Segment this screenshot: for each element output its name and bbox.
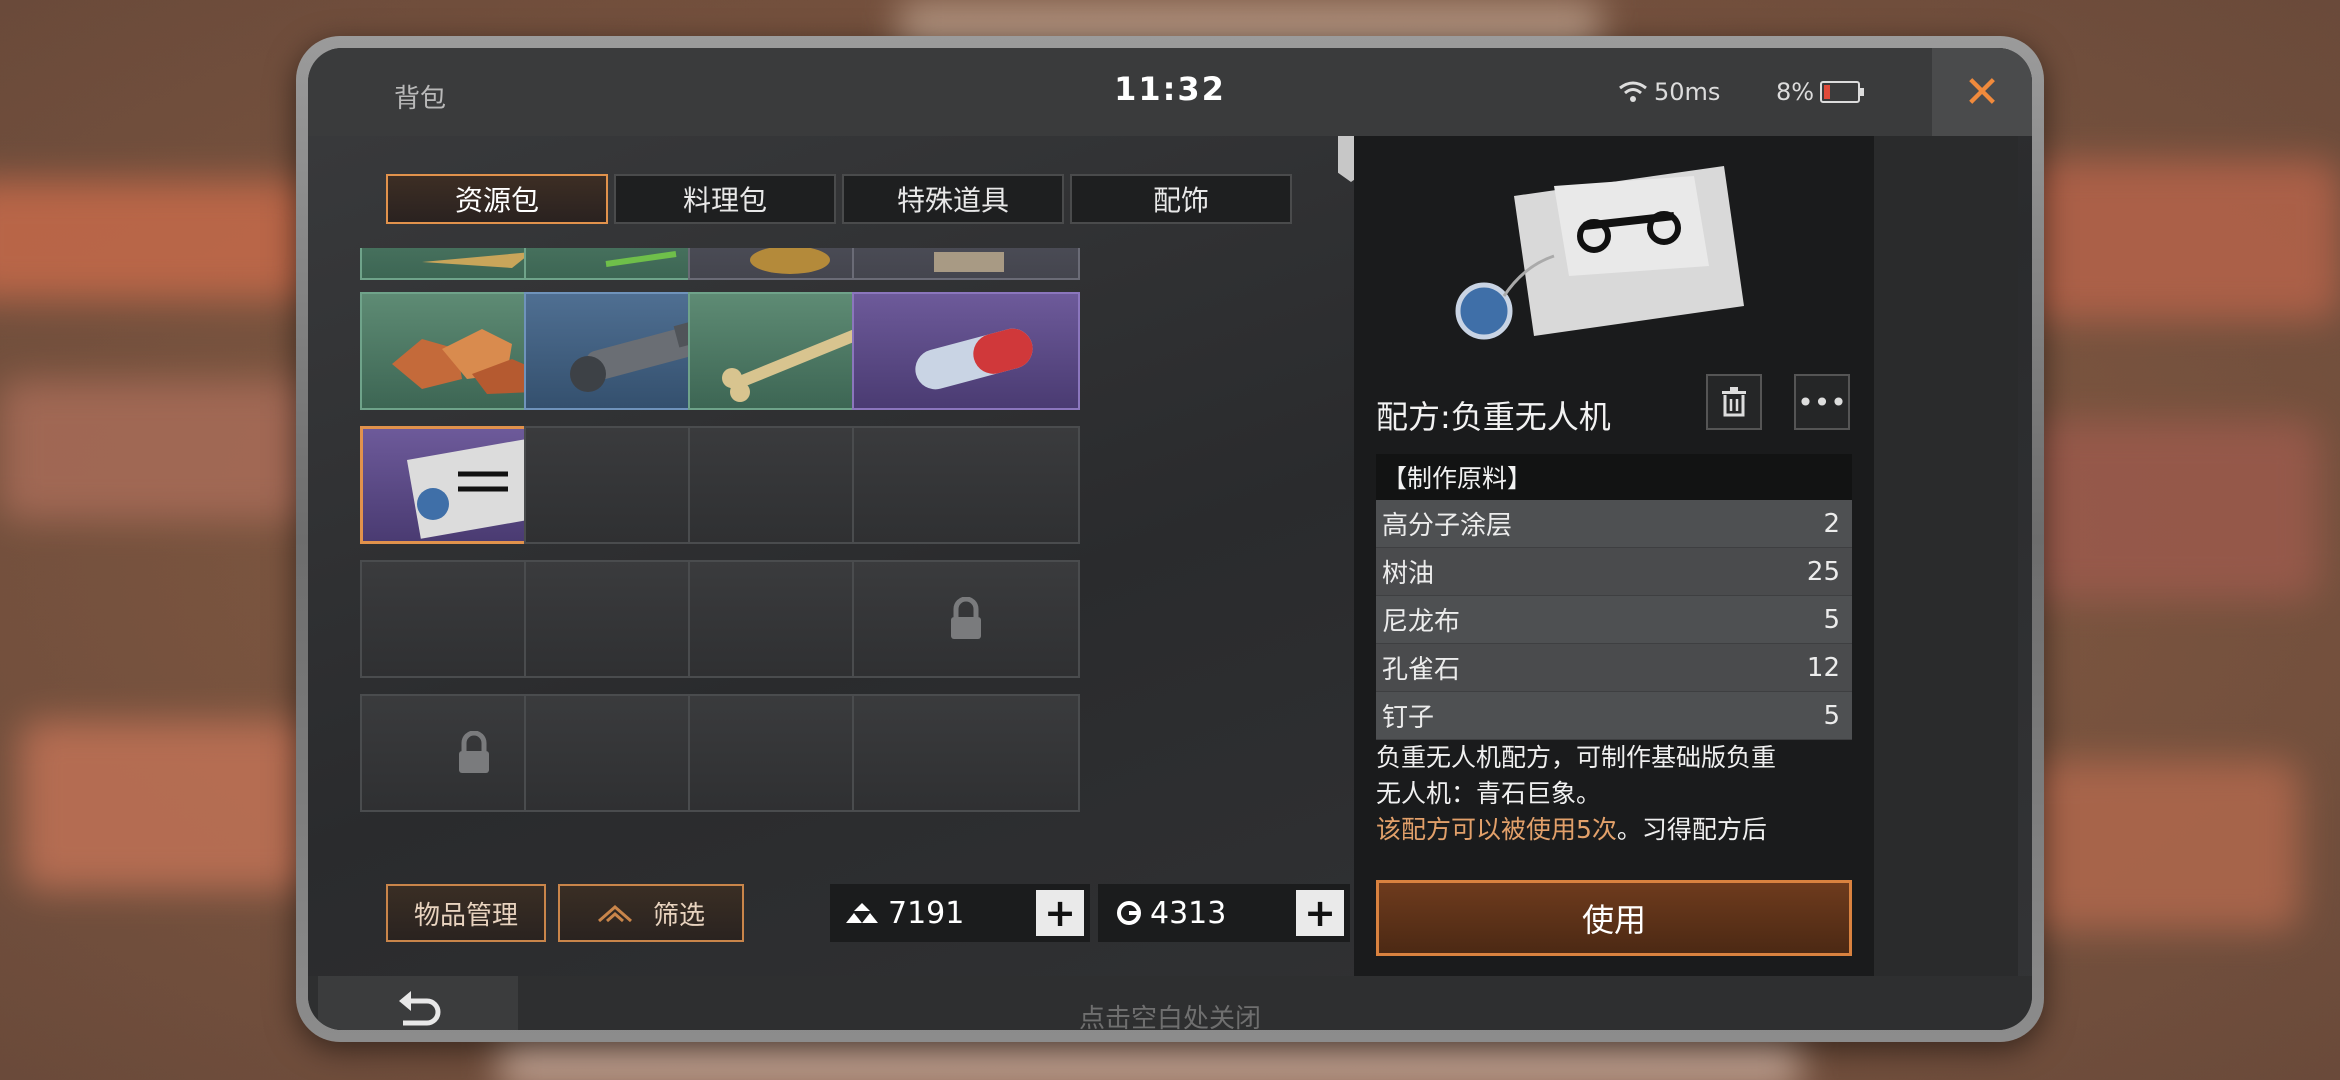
materials-title: 【制作原料】 <box>1376 454 1852 500</box>
battery-value: 8% <box>1776 78 1815 106</box>
tab-accessories[interactable]: 配饰 <box>1070 174 1292 224</box>
description-line: 无人机：青石巨象。 <box>1376 779 1602 808</box>
material-name: 高分子涂层 <box>1382 511 1513 541</box>
currency-b-value: 4313 <box>1150 895 1227 931</box>
status-bar: 背包 11:32 50ms 8% ✕ <box>308 48 2032 136</box>
inventory-actions: 物品管理 筛选 <box>386 884 744 942</box>
empty-slot[interactable] <box>852 426 1080 544</box>
use-button[interactable]: 使用 <box>1376 880 1852 956</box>
drone-recipe-image <box>1455 166 1744 340</box>
decorative-panel <box>1874 136 2018 976</box>
background-blur <box>2000 760 2300 930</box>
item-slot[interactable] <box>852 292 1080 410</box>
close-button[interactable]: ✕ <box>1932 48 2032 136</box>
material-qty: 12 <box>1806 652 1840 683</box>
material-qty: 2 <box>1823 508 1840 539</box>
material-row: 尼龙布 5 <box>1376 596 1852 644</box>
description-line: 负重无人机配方，可制作基础版负重 <box>1376 743 1777 772</box>
material-row: 高分子涂层 2 <box>1376 500 1852 548</box>
locked-slot[interactable] <box>852 560 1080 678</box>
currency-b: 4313 + <box>1098 884 1350 942</box>
inventory-panel: 资源包 料理包 特殊道具 配饰 物品管理 筛选 7191 + 4313 + <box>338 136 1368 976</box>
ping-value: 50ms <box>1654 78 1721 106</box>
close-icon: ✕ <box>1963 66 2001 118</box>
material-name: 尼龙布 <box>1382 607 1461 637</box>
filter-button[interactable]: 筛选 <box>558 884 744 942</box>
close-hint: 点击空白处关闭 <box>1078 1004 1261 1030</box>
filter-label: 筛选 <box>652 900 705 931</box>
background-blur <box>2000 160 2340 320</box>
item-management-button[interactable]: 物品管理 <box>386 884 546 942</box>
empty-slot[interactable] <box>852 694 1080 812</box>
wifi-icon <box>1619 81 1647 102</box>
item-description: 负重无人机配方，可制作基础版负重 无人机：青石巨象。 该配方可以被使用5次。习得… <box>1376 740 1852 848</box>
tab-food-pack[interactable]: 料理包 <box>614 174 836 224</box>
add-currency-b-button[interactable]: + <box>1296 890 1344 936</box>
background-blur <box>0 180 320 300</box>
delete-button[interactable] <box>1706 374 1762 430</box>
add-currency-a-button[interactable]: + <box>1036 890 1084 936</box>
material-row: 钉子 5 <box>1376 692 1852 740</box>
item-detail-panel: 配方:负重无人机 ••• 【制作原料】 高分子涂层 2 树油 25 尼龙布 5 孔雀石… <box>1354 136 1874 976</box>
more-icon: ••• <box>1797 385 1847 419</box>
material-qty: 5 <box>1823 700 1840 731</box>
material-qty: 25 <box>1806 556 1840 587</box>
item-name: 配方:负重无人机 <box>1376 398 1611 436</box>
background-blur <box>0 380 320 520</box>
description-tail: 。习得配方后 <box>1616 815 1767 844</box>
materials-list: 高分子涂层 2 树油 25 尼龙布 5 孔雀石 12 钉子 5 <box>1376 500 1852 740</box>
filter-icon <box>597 905 632 923</box>
material-row: 孔雀石 12 <box>1376 644 1852 692</box>
bottom-bar: 点击空白处关闭 <box>308 976 2032 1030</box>
lock-icon <box>951 597 981 639</box>
material-row: 树油 25 <box>1376 548 1852 596</box>
paper-item-icon <box>934 252 1004 272</box>
gold-bar-icon <box>846 903 878 923</box>
material-qty: 5 <box>1823 604 1840 635</box>
category-tabs: 资源包 料理包 特殊道具 配饰 <box>386 174 1292 224</box>
tab-special-items[interactable]: 特殊道具 <box>842 174 1064 224</box>
more-options-button[interactable]: ••• <box>1794 374 1850 430</box>
trash-icon <box>1722 387 1746 417</box>
material-name: 孔雀石 <box>1382 655 1461 685</box>
tab-resource-pack[interactable]: 资源包 <box>386 174 608 224</box>
background-blur <box>2000 420 2320 600</box>
coin-icon <box>1117 901 1141 925</box>
battery-status: 8% <box>1776 78 1865 106</box>
clock: 11:32 <box>1114 70 1226 108</box>
tablet-screen: 背包 11:32 50ms 8% ✕ 资源包 料理包 特殊道具 配饰 物品管理 … <box>308 48 2032 1030</box>
description-line: 该配方可以被使用5次。习得配方后 <box>1376 812 1852 848</box>
currency-a-value: 7191 <box>888 895 965 931</box>
material-name: 树油 <box>1382 559 1435 589</box>
item-slot[interactable] <box>852 248 1080 280</box>
capsule-icon <box>915 328 1033 390</box>
tablet-device: 背包 11:32 50ms 8% ✕ 资源包 料理包 特殊道具 配饰 物品管理 … <box>296 36 2044 1042</box>
network-status: 50ms <box>1618 78 1720 106</box>
material-name: 钉子 <box>1382 703 1435 733</box>
item-grid: 4 2 <box>360 248 1350 832</box>
background-blur <box>20 720 320 890</box>
lock-icon <box>459 731 489 773</box>
battery-icon <box>1820 81 1865 103</box>
currency-a: 7191 + <box>830 884 1090 942</box>
usage-limit-text: 该配方可以被使用5次 <box>1376 815 1617 844</box>
